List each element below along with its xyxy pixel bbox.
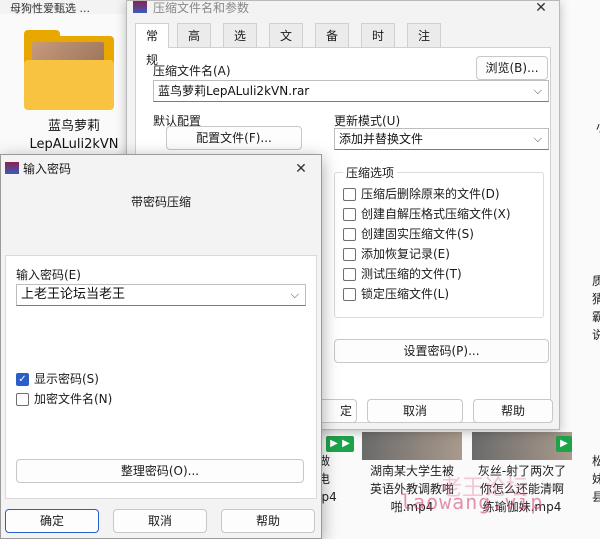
tab-comment[interactable]: 注释 — [407, 23, 442, 67]
update-mode-label: 更新模式(U) — [334, 114, 401, 128]
set-password-button[interactable]: 设置密码(P)... — [334, 339, 549, 363]
video-thumbnail — [362, 432, 462, 460]
password-value: 上老王论坛当老王 — [21, 287, 126, 302]
checkbox[interactable] — [343, 288, 356, 301]
checkbox[interactable] — [343, 208, 356, 221]
archive-name-combo[interactable]: 蓝鸟萝莉LepALuli2kVN.rar ⌵ — [153, 80, 549, 102]
update-mode-select[interactable]: 添加并替换文件 ⌵ — [334, 128, 549, 150]
checkbox[interactable] — [343, 188, 356, 201]
checkbox[interactable] — [343, 268, 356, 281]
archiving-options-title: 压缩选项 — [343, 164, 398, 181]
winrar-icon — [133, 1, 147, 13]
tab-time[interactable]: 时间 — [361, 23, 396, 67]
password-dialog-title: 输入密码 — [23, 162, 72, 176]
archiving-options-group: 压缩选项 压缩后删除原来的文件(D) 创建自解压格式压缩文件(X) 创建固实压缩… — [334, 164, 544, 318]
help-button[interactable]: 帮助 — [221, 509, 315, 533]
cancel-button[interactable]: 取消 — [113, 509, 207, 533]
watermark-text: laowang.vip — [400, 490, 544, 514]
tab-general[interactable]: 常规 — [135, 23, 170, 67]
organize-passwords-button[interactable]: 整理密码(O)... — [16, 459, 304, 483]
close-icon[interactable]: ✕ — [527, 0, 555, 17]
tab-options[interactable]: 选项 — [223, 23, 258, 67]
archive-name-label: 压缩文件名(A) — [153, 64, 231, 78]
update-mode-value: 添加并替换文件 — [339, 132, 424, 146]
checkbox[interactable] — [343, 248, 356, 261]
tab-advanced[interactable]: 高级 — [177, 23, 212, 67]
password-dialog-heading: 带密码压缩 — [130, 195, 191, 209]
profiles-button[interactable]: 配置文件(F)... — [166, 126, 302, 150]
help-button[interactable]: 帮助 — [473, 399, 553, 423]
folder-icon — [24, 30, 114, 110]
browse-button[interactable]: 浏览(B)... — [476, 56, 548, 80]
checkbox[interactable] — [343, 228, 356, 241]
close-icon[interactable]: ✕ — [287, 155, 315, 183]
ok-button[interactable]: 确定 — [5, 509, 99, 533]
chevron-down-icon[interactable]: ⌵ — [534, 129, 542, 149]
password-label: 输入密码(E) — [16, 268, 81, 282]
tab-files[interactable]: 文件 — [269, 23, 304, 67]
folder-above-label: 母狗性爱甄选 ... — [0, 0, 126, 14]
folder-item[interactable]: 蓝鸟萝莉 LepALuli2kVN — [14, 14, 126, 154]
ok-button[interactable]: 定 — [321, 399, 357, 423]
chevron-down-icon[interactable]: ⌵ — [291, 285, 299, 305]
chevron-down-icon[interactable]: ⌵ — [534, 81, 542, 101]
archive-window-title: 压缩文件名和参数 — [153, 1, 250, 15]
tab-backup[interactable]: 备份 — [315, 23, 350, 67]
video-file-icon: ▶ — [556, 436, 572, 452]
password-panel: 输入密码(E) 上老王论坛当老王 ⌵ ✓ 显示密码(S) 加密文件名(N) 整理… — [5, 255, 317, 499]
checkbox[interactable] — [16, 393, 29, 406]
checkbox-checked[interactable]: ✓ — [16, 373, 29, 386]
winrar-icon — [5, 162, 19, 174]
password-dialog-titlebar[interactable]: 输入密码 — [1, 155, 321, 183]
archive-name-value: 蓝鸟萝莉LepALuli2kVN.rar — [158, 84, 310, 98]
video-file-icon: ▶ — [338, 436, 354, 452]
password-combo[interactable]: 上老王论坛当老王 ⌵ — [16, 284, 306, 306]
archive-window-titlebar[interactable]: 压缩文件名和参数 — [127, 1, 559, 19]
folder-label: 蓝鸟萝莉 LepALuli2kVN — [29, 119, 119, 152]
cancel-button[interactable]: 取消 — [367, 399, 463, 423]
enter-password-dialog: 输入密码 ✕ 带密码压缩 输入密码(E) 上老王论坛当老王 ⌵ ✓ 显示密码(S… — [0, 154, 322, 539]
